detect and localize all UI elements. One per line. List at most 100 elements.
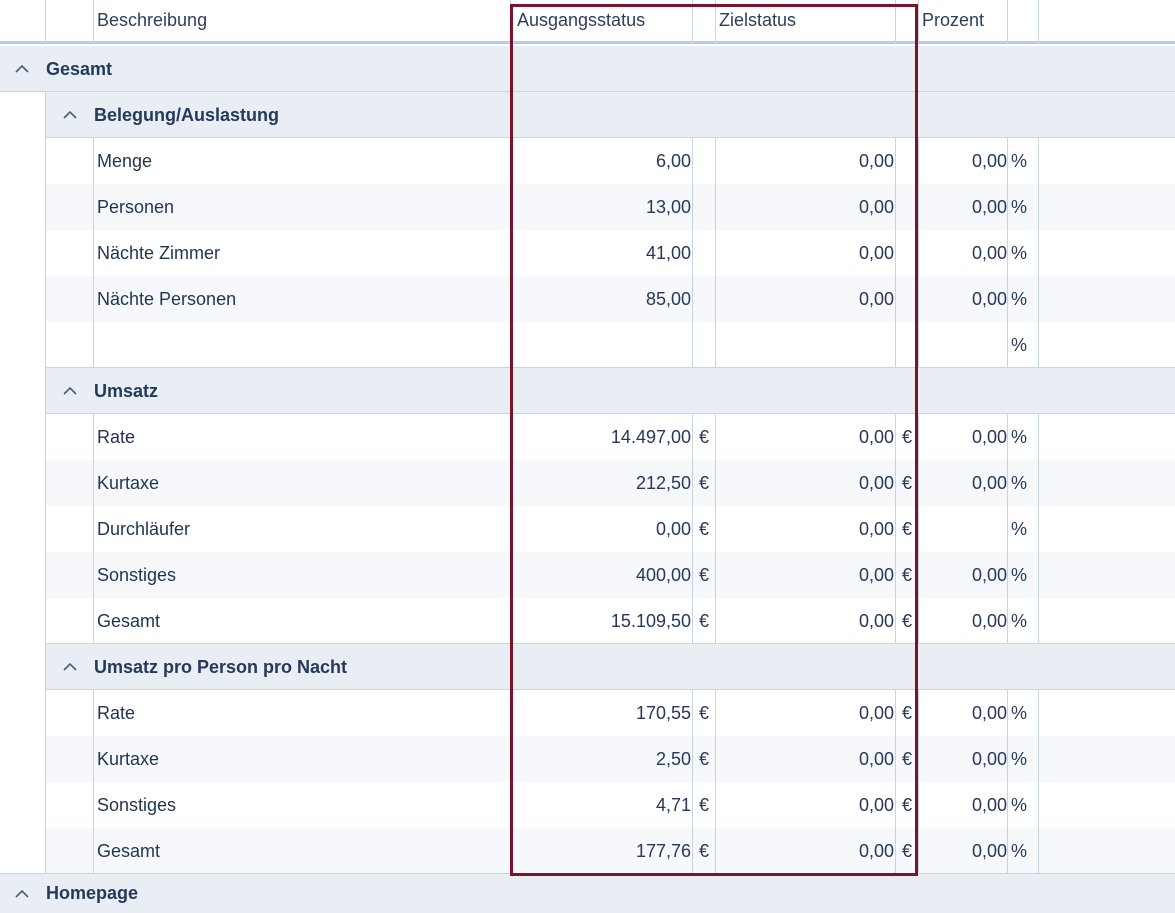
grid-line xyxy=(1007,0,1008,44)
grid-line xyxy=(918,690,919,874)
grid-line xyxy=(0,91,1175,92)
prozent-unit: % xyxy=(1010,564,1027,585)
prozent-unit: % xyxy=(1010,610,1027,631)
zielstatus-value: 0,00 xyxy=(858,518,894,539)
prozent-value xyxy=(920,322,1007,368)
zielstatus-value: 0,00 xyxy=(858,702,894,723)
ausgangsstatus-value: 170,55 xyxy=(635,702,691,723)
prozent-unit: % xyxy=(1010,150,1027,171)
group-row-gesamt[interactable]: Gesamt xyxy=(0,46,1175,92)
chevron-up-icon[interactable] xyxy=(60,644,80,690)
table-row[interactable]: Nächte Personen 85,00 0,00 0,00% xyxy=(46,276,1175,322)
group-row-umsatz[interactable]: Umsatz xyxy=(46,368,1175,414)
table-row[interactable]: Rate 170,55 €0,00 €0,00% xyxy=(46,690,1175,736)
table-row[interactable]: Rate 14.497,00 €0,00 €0,00% xyxy=(46,414,1175,460)
zielstatus-value: 0,00 xyxy=(858,748,894,769)
table-row[interactable]: Menge 6,00 0,00 0,00% xyxy=(46,138,1175,184)
prozent-value: 0,00 xyxy=(971,472,1007,493)
grid-line xyxy=(1038,0,1039,44)
zielstatus-value: 0,00 xyxy=(858,840,894,861)
group-row-belegung[interactable]: Belegung/Auslastung xyxy=(46,92,1175,138)
group-title-homepage: Homepage xyxy=(46,883,139,903)
row-label: Rate xyxy=(97,426,136,447)
ausgangsstatus-unit: € xyxy=(698,426,709,447)
grid-line xyxy=(1038,138,1039,368)
prozent-value: 0,00 xyxy=(971,564,1007,585)
table-row[interactable]: Durchläufer 0,00 €0,00 €% xyxy=(46,506,1175,552)
zielstatus-unit: € xyxy=(901,794,912,815)
ausgangsstatus-value: 85,00 xyxy=(645,288,691,309)
grid-line xyxy=(715,138,716,368)
row-label: Rate xyxy=(97,702,136,723)
ausgangsstatus-unit xyxy=(693,276,715,322)
table-row[interactable]: Sonstiges 4,71 €0,00 €0,00% xyxy=(46,782,1175,828)
table-row[interactable]: Gesamt 15.109,50 €0,00 €0,00% xyxy=(46,598,1175,644)
table-row[interactable]: Sonstiges 400,00 €0,00 €0,00% xyxy=(46,552,1175,598)
row-label: Nächte Personen xyxy=(97,288,237,309)
ausgangsstatus-unit: € xyxy=(698,564,709,585)
table-row[interactable]: Kurtaxe 212,50 €0,00 €0,00% xyxy=(46,460,1175,506)
grid-line xyxy=(0,873,1175,874)
ausgangsstatus-value: 2,50 xyxy=(655,748,691,769)
zielstatus-value: 0,00 xyxy=(858,610,894,631)
zielstatus-value: 0,00 xyxy=(858,242,894,263)
table-row[interactable]: % xyxy=(46,322,1175,368)
table-row[interactable]: Gesamt 177,76 €0,00 €0,00% xyxy=(46,828,1175,874)
grid-line xyxy=(895,690,896,874)
zielstatus-value: 0,00 xyxy=(858,288,894,309)
grid-line xyxy=(93,0,94,44)
zielstatus-unit: € xyxy=(901,518,912,539)
prozent-value: 0,00 xyxy=(971,426,1007,447)
grid-line xyxy=(93,414,94,644)
ausgangsstatus-unit: € xyxy=(698,472,709,493)
zielstatus-value: 0,00 xyxy=(858,150,894,171)
ausgangsstatus-value: 41,00 xyxy=(645,242,691,263)
group-row-umsatz-pro-person[interactable]: Umsatz pro Person pro Nacht xyxy=(46,644,1175,690)
table-row[interactable]: Nächte Zimmer 41,00 0,00 0,00% xyxy=(46,230,1175,276)
chevron-up-icon[interactable] xyxy=(12,46,32,92)
zielstatus-unit xyxy=(895,322,919,368)
row-label: Menge xyxy=(97,150,153,171)
grid-line xyxy=(895,0,896,44)
group-row-homepage[interactable]: Homepage xyxy=(0,874,1175,913)
ausgangsstatus-unit: € xyxy=(698,840,709,861)
grid-line xyxy=(692,0,693,44)
ausgangsstatus-unit: € xyxy=(698,518,709,539)
table-row[interactable]: Kurtaxe 2,50 €0,00 €0,00% xyxy=(46,736,1175,782)
column-header-ausgangsstatus[interactable]: Ausgangsstatus xyxy=(517,0,692,41)
prozent-value: 0,00 xyxy=(971,150,1007,171)
grid-line xyxy=(692,414,693,644)
prozent-value: 0,00 xyxy=(971,610,1007,631)
grid-line xyxy=(46,643,1175,644)
zielstatus-unit: € xyxy=(901,564,912,585)
ausgangsstatus-value: 13,00 xyxy=(645,196,691,217)
zielstatus-value: 0,00 xyxy=(858,794,894,815)
grid-line xyxy=(1038,690,1039,874)
grid-line xyxy=(715,690,716,874)
prozent-unit: % xyxy=(1010,288,1027,309)
column-header-beschreibung[interactable]: Beschreibung xyxy=(97,0,497,41)
row-label: Gesamt xyxy=(97,840,161,861)
zielstatus-unit xyxy=(895,138,919,184)
chevron-up-icon[interactable] xyxy=(60,368,80,414)
chevron-up-icon[interactable] xyxy=(60,92,80,138)
prozent-unit: % xyxy=(1010,518,1027,539)
grid-line xyxy=(46,689,1175,690)
prozent-value: 0,00 xyxy=(971,242,1007,263)
ausgangsstatus-value: 0,00 xyxy=(655,518,691,539)
prozent-unit: % xyxy=(1010,426,1027,447)
column-header-zielstatus[interactable]: Zielstatus xyxy=(719,0,894,41)
row-label: Gesamt xyxy=(97,610,161,631)
zielstatus-value xyxy=(716,322,894,368)
prozent-value: 0,00 xyxy=(971,196,1007,217)
grid-line xyxy=(895,138,896,368)
prozent-value: 0,00 xyxy=(971,702,1007,723)
zielstatus-unit: € xyxy=(901,702,912,723)
chevron-up-icon[interactable] xyxy=(12,874,32,913)
ausgangsstatus-unit: € xyxy=(698,794,709,815)
ausgangsstatus-unit: € xyxy=(698,610,709,631)
ausgangsstatus-unit xyxy=(693,230,715,276)
column-header-prozent[interactable]: Prozent xyxy=(922,0,1007,41)
table-row[interactable]: Personen 13,00 0,00 0,00% xyxy=(46,184,1175,230)
prozent-value: 0,00 xyxy=(971,840,1007,861)
